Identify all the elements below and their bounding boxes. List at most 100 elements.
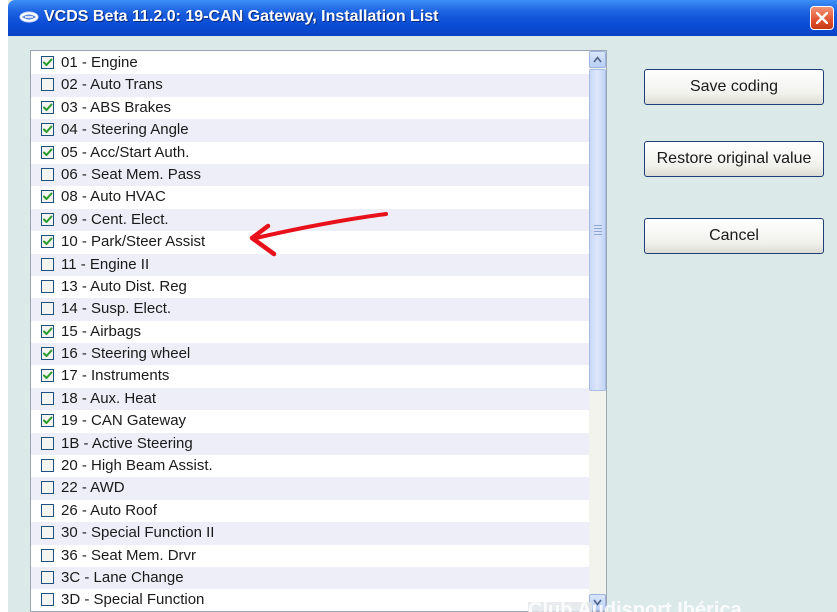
list-item[interactable]: 22 - AWD [31, 477, 591, 500]
list-item-label: 16 - Steering wheel [61, 345, 191, 363]
checkmark-icon [43, 148, 53, 156]
checkbox[interactable] [41, 56, 54, 69]
list-item-label: 14 - Susp. Elect. [61, 300, 172, 318]
restore-original-value-button[interactable]: Restore original value [644, 141, 824, 177]
list-item[interactable]: 20 - High Beam Assist. [31, 455, 591, 477]
list-item[interactable]: 1B - Active Steering [31, 432, 591, 456]
list-item[interactable]: 3D - Special Function [31, 589, 591, 611]
checkmark-icon [43, 58, 53, 66]
checkbox[interactable] [41, 570, 54, 584]
list-item[interactable]: 02 - Auto Trans [31, 74, 591, 97]
checkbox[interactable] [41, 212, 54, 226]
list-item-label: 30 - Special Function II [61, 524, 215, 542]
list-item-label: 09 - Cent. Elect. [61, 210, 169, 228]
list-item-label: 05 - Acc/Start Auth. [61, 143, 190, 161]
list-item[interactable]: 15 - Airbags [31, 321, 591, 343]
checkbox[interactable] [41, 369, 54, 383]
scroll-up-button[interactable] [589, 51, 606, 68]
installation-list-window: VCDS Beta 11.2.0: 19-CAN Gateway, Instal… [8, 0, 837, 612]
list-item-label: 36 - Seat Mem. Drvr [61, 546, 197, 564]
checkmark-icon [43, 192, 53, 201]
list-item[interactable]: 06 - Seat Mem. Pass [31, 163, 591, 187]
save-coding-button[interactable]: Save coding [644, 69, 824, 105]
checkbox[interactable] [41, 324, 54, 338]
thumb-grip [594, 225, 602, 226]
checkbox[interactable] [41, 257, 54, 271]
checkmark-icon [43, 103, 53, 111]
thumb-grip [594, 228, 602, 229]
red-arrow-annotation [249, 212, 388, 257]
close-button[interactable] [810, 6, 834, 30]
list-item-label: 10 - Park/Steer Assist [61, 233, 206, 251]
checkbox[interactable] [41, 459, 54, 473]
thumb-grip [594, 234, 602, 235]
list-item[interactable]: 08 - Auto HVAC [31, 186, 591, 208]
list-item-label: 08 - Auto HVAC [61, 188, 166, 206]
list-item[interactable]: 04 - Steering Angle [31, 119, 591, 142]
list-item-label: 19 - CAN Gateway [61, 412, 187, 430]
list-item-label: 04 - Steering Angle [61, 121, 189, 139]
list-item-label: 3D - Special Function [61, 591, 205, 609]
checkbox[interactable] [41, 503, 54, 517]
vertical-scrollbar[interactable] [589, 51, 606, 611]
list-item-label: 17 - Instruments [61, 367, 170, 385]
list-item[interactable]: 13 - Auto Dist. Reg [31, 276, 591, 298]
list-item[interactable]: 17 - Instruments [31, 365, 591, 387]
list-item-label: 20 - High Beam Assist. [61, 457, 213, 475]
checkbox[interactable] [41, 235, 54, 249]
cancel-button[interactable]: Cancel [644, 218, 824, 254]
checkmark-icon [43, 327, 53, 335]
list-item-label: 06 - Seat Mem. Pass [61, 165, 202, 183]
checkmark-icon [43, 215, 53, 223]
list-item-label: 1B - Active Steering [61, 434, 193, 452]
checkmark-icon [43, 349, 53, 358]
list-item[interactable]: 3C - Lane Change [31, 566, 591, 590]
checkbox[interactable] [41, 414, 54, 428]
scroll-up-icon [593, 56, 602, 63]
module-checklist[interactable]: 01 - Engine 02 - Auto Trans 03 - ABS Brake… [30, 50, 607, 612]
checkbox[interactable] [41, 190, 54, 204]
checkbox[interactable] [41, 347, 54, 361]
checkbox[interactable] [41, 78, 54, 92]
watermark-text: Club Audisport Ibérica [528, 599, 742, 612]
list-item-label: 03 - ABS Brakes [61, 98, 172, 116]
window-title: VCDS Beta 11.2.0: 19-CAN Gateway, Instal… [44, 8, 439, 25]
list-item[interactable]: 36 - Seat Mem. Drvr [31, 545, 591, 567]
list-item-label: 01 - Engine [61, 54, 138, 71]
dialog-client-area: 01 - Engine 02 - Auto Trans 03 - ABS Brake… [8, 36, 837, 612]
list-item[interactable]: 30 - Special Function II [31, 522, 591, 545]
checkbox[interactable] [41, 593, 54, 607]
list-item[interactable]: 26 - Auto Roof [31, 500, 591, 522]
checkbox[interactable] [41, 436, 54, 450]
checkmark-icon [43, 371, 53, 380]
checkbox[interactable] [41, 100, 54, 114]
checkbox[interactable] [41, 145, 54, 159]
module-list-items: 01 - Engine 02 - Auto Trans 03 - ABS Brake… [31, 52, 591, 611]
checkbox[interactable] [41, 391, 54, 405]
vcds-logo-icon [19, 11, 39, 23]
checkbox[interactable] [41, 279, 54, 293]
list-item-label: 22 - AWD [61, 479, 125, 497]
list-item[interactable]: 19 - CAN Gateway [31, 410, 591, 432]
scroll-thumb[interactable] [589, 69, 606, 391]
checkbox[interactable] [41, 526, 54, 540]
list-item-label: 18 - Aux. Heat [61, 389, 157, 407]
list-item-label: 26 - Auto Roof [61, 501, 157, 519]
list-item[interactable]: 01 - Engine [31, 52, 591, 74]
checkbox[interactable] [41, 302, 54, 316]
list-item[interactable]: 14 - Susp. Elect. [31, 298, 591, 321]
checkmark-icon [43, 237, 53, 246]
list-item-label: 02 - Auto Trans [61, 76, 163, 94]
checkbox[interactable] [41, 167, 54, 181]
checkbox[interactable] [41, 548, 54, 562]
list-item[interactable]: 18 - Aux. Heat [31, 387, 591, 411]
list-item-label: 13 - Auto Dist. Reg [61, 277, 187, 295]
title-bar[interactable]: VCDS Beta 11.2.0: 19-CAN Gateway, Instal… [8, 0, 837, 36]
checkbox[interactable] [41, 123, 54, 137]
list-item[interactable]: 05 - Acc/Start Auth. [31, 142, 591, 164]
close-icon [816, 12, 828, 24]
list-item[interactable]: 03 - ABS Brakes [31, 97, 591, 119]
checkbox[interactable] [41, 481, 54, 495]
checkmark-icon [43, 125, 53, 134]
list-item[interactable]: 16 - Steering wheel [31, 343, 591, 366]
